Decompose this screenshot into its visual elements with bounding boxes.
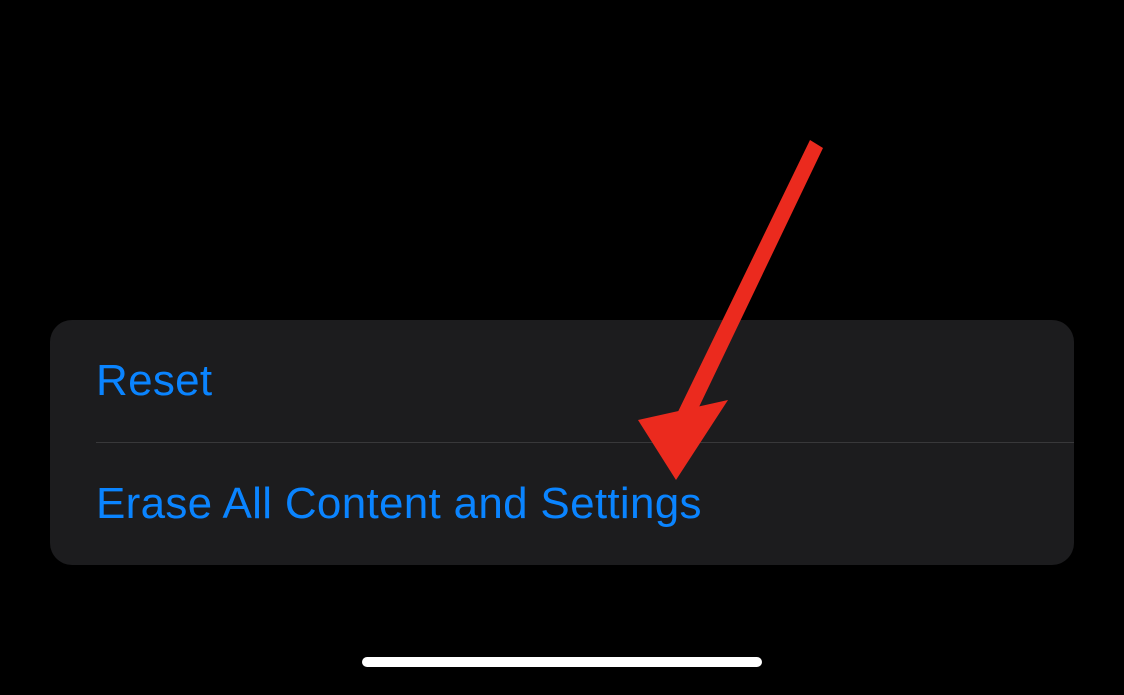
erase-all-content-label: Erase All Content and Settings [96,479,702,528]
settings-group: Reset Erase All Content and Settings [50,320,1074,565]
erase-all-content-row[interactable]: Erase All Content and Settings [50,443,1074,565]
reset-label: Reset [96,356,212,405]
home-indicator [362,657,762,667]
reset-row[interactable]: Reset [50,320,1074,442]
